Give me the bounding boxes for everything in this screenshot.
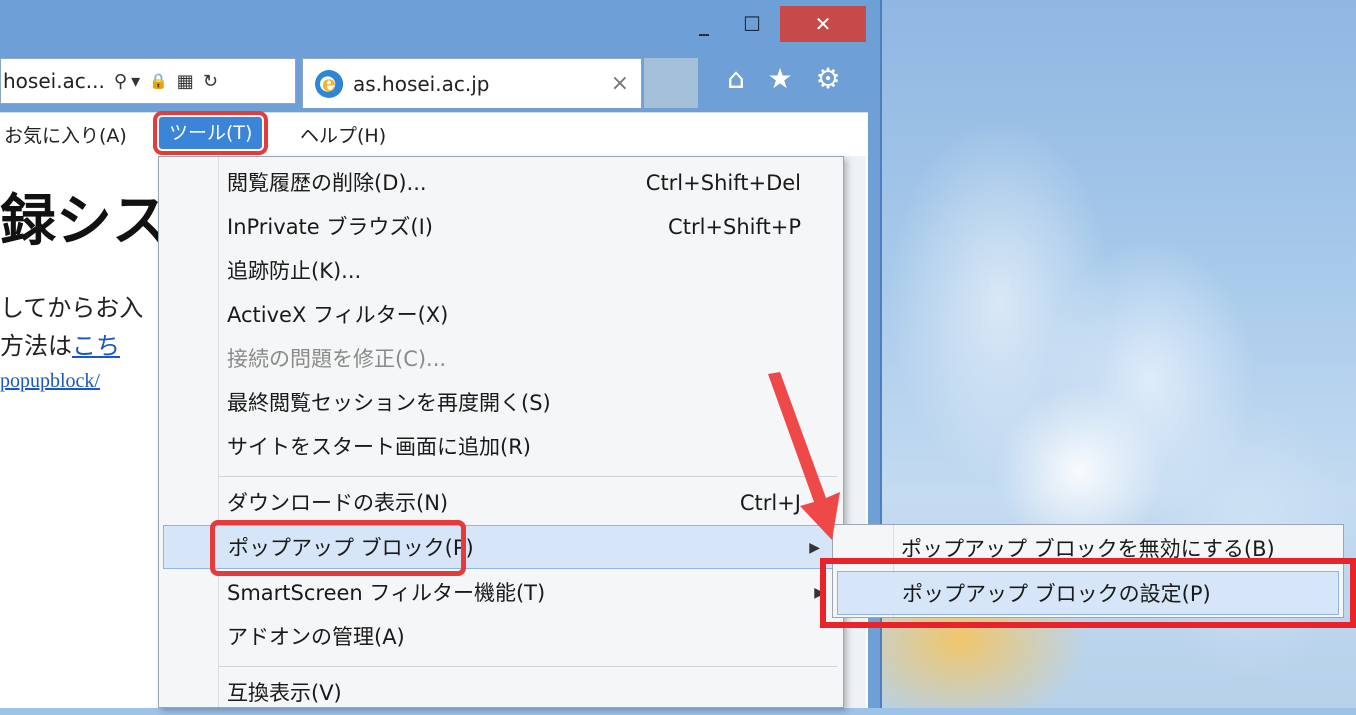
dropdown-icon[interactable]: ▾ [131, 71, 140, 92]
menu-item-label: ダウンロードの表示(N) [227, 491, 449, 515]
url-link[interactable]: popupblock/ [0, 370, 100, 393]
favorites-icon[interactable]: ★ [760, 62, 800, 95]
new-tab-button[interactable] [644, 58, 698, 108]
ie-logo-icon: e [315, 69, 343, 98]
lock-icon[interactable]: 🔒 [149, 72, 168, 90]
tab-close-icon[interactable]: × [611, 71, 629, 96]
here-link[interactable]: こち [72, 333, 120, 360]
browser-tab[interactable]: e as.hosei.ac.jp × [302, 58, 642, 108]
menu-item-label: アドオンの管理(A) [227, 625, 405, 649]
highlight-box-popup-blocker [210, 520, 466, 576]
menu-item-add-to-start[interactable]: サイトをスタート画面に追加(R) [159, 425, 843, 469]
menu-item-reopen-session[interactable]: 最終閲覧セッションを再度開く(S) [159, 381, 843, 425]
tools-menu: 閲覧履歴の削除(D)... Ctrl+Shift+Del InPrivate ブ… [158, 156, 844, 708]
menu-item-inprivate[interactable]: InPrivate ブラウズ(I) Ctrl+Shift+P [159, 205, 843, 249]
menu-item-activex-filter[interactable]: ActiveX フィルター(X) [159, 293, 843, 337]
home-icon[interactable]: ⌂ [716, 62, 756, 95]
menu-item-delete-history[interactable]: 閲覧履歴の削除(D)... Ctrl+Shift+Del [159, 161, 843, 205]
menu-tools[interactable]: ツール(T) [152, 111, 269, 155]
search-icon[interactable]: ⚲ [114, 71, 127, 92]
menu-item-smartscreen[interactable]: SmartScreen フィルター機能(T) ▶ [159, 571, 843, 615]
close-button[interactable]: ✕ [780, 6, 866, 42]
menu-item-downloads[interactable]: ダウンロードの表示(N) Ctrl+J [159, 481, 843, 525]
page-text-line: 方法はこち [0, 326, 120, 361]
menu-item-label: InPrivate ブラウズ(I) [227, 215, 433, 239]
menu-item-compat-view[interactable]: 互換表示(V) [159, 671, 843, 715]
menu-separator [219, 476, 837, 477]
address-text[interactable]: hosei.ac... [1, 69, 105, 93]
menu-item-label: 閲覧履歴の削除(D)... [227, 171, 427, 195]
menu-favorites[interactable]: お気に入り(A) [4, 121, 127, 148]
menu-item-label: サイトをスタート画面に追加(R) [227, 435, 531, 459]
menu-item-label: 最終閲覧セッションを再度開く(S) [227, 391, 551, 415]
address-bar[interactable]: hosei.ac... ⚲ ▾ 🔒 ▦ ↻ [0, 58, 296, 104]
annotation-arrow-icon [768, 372, 840, 540]
menu-item-tracking-protection[interactable]: 追跡防止(K)... [159, 249, 843, 293]
menu-help[interactable]: ヘルプ(H) [300, 121, 386, 148]
page-text-prefix: 方法は [0, 333, 72, 360]
menu-item-fix-connection: 接続の問題を修正(C)... [159, 337, 843, 381]
menu-item-label: 追跡防止(K)... [227, 259, 362, 283]
maximize-button[interactable]: ☐ [730, 6, 774, 42]
tab-title: as.hosei.ac.jp [353, 71, 490, 96]
minimize-button[interactable]: _ [682, 6, 726, 42]
menu-item-label: SmartScreen フィルター機能(T) [227, 581, 546, 605]
refresh-icon[interactable]: ↻ [203, 71, 218, 92]
menu-separator [219, 666, 837, 667]
menu-bar: お気に入り(A) ツール(T) ヘルプ(H) [0, 111, 868, 156]
menu-item-label: 互換表示(V) [227, 681, 342, 705]
compat-view-icon[interactable]: ▦ [177, 71, 194, 92]
menu-item-shortcut: Ctrl+Shift+Del [645, 171, 801, 195]
highlight-box-popup-settings [820, 558, 1356, 628]
page-text-line: してからお入 [0, 295, 144, 322]
menu-item-shortcut: Ctrl+Shift+P [668, 215, 801, 239]
menu-item-manage-addons[interactable]: アドオンの管理(A) [159, 615, 843, 659]
settings-icon[interactable]: ⚙ [808, 62, 848, 95]
menu-item-label: 接続の問題を修正(C)... [227, 347, 447, 371]
menu-item-label: ActiveX フィルター(X) [227, 303, 449, 327]
